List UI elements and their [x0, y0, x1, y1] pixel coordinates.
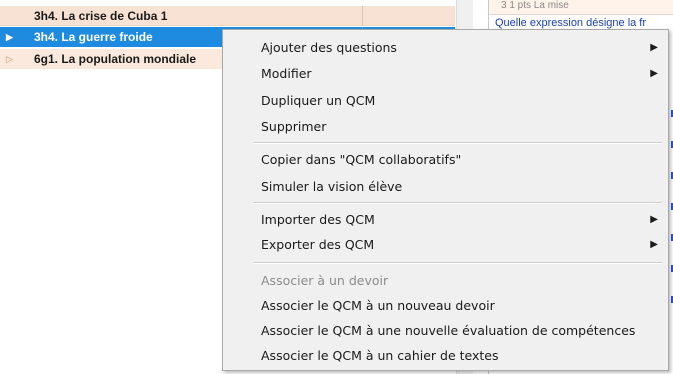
menu-item-copier-collaboratifs[interactable]: Copier dans "QCM collaboratifs" — [225, 148, 666, 172]
menu-item-importer[interactable]: Importer des QCM ▶ — [225, 208, 666, 232]
list-item[interactable]: 3h4. La crise de Cuba 1 — [0, 6, 455, 26]
expand-arrow-icon[interactable]: ▷ — [6, 49, 18, 69]
submenu-arrow-icon: ▶ — [650, 68, 658, 79]
menu-separator — [253, 202, 662, 204]
menu-item-dupliquer[interactable]: Dupliquer un QCM — [225, 89, 666, 113]
menu-item-label: Associer le QCM à une nouvelle évaluatio… — [261, 323, 636, 338]
menu-item-nouveau-devoir[interactable]: Associer le QCM à un nouveau devoir — [225, 294, 666, 318]
expand-arrow-icon[interactable] — [6, 6, 18, 26]
menu-separator — [253, 262, 662, 264]
submenu-arrow-icon: ▶ — [650, 239, 658, 250]
submenu-arrow-icon: ▶ — [650, 214, 658, 225]
menu-separator — [253, 142, 662, 144]
column-divider — [362, 6, 363, 26]
menu-item-label: Dupliquer un QCM — [261, 93, 376, 108]
menu-item-simuler-vision[interactable]: Simuler la vision élève — [225, 175, 666, 199]
menu-item-associer-devoir-disabled: Associer à un devoir — [225, 269, 666, 293]
menu-item-label: Importer des QCM — [261, 212, 375, 227]
menu-item-supprimer[interactable]: Supprimer — [225, 115, 666, 139]
menu-item-ajouter-questions[interactable]: Ajouter des questions ▶ — [225, 36, 666, 60]
menu-item-cahier-textes[interactable]: Associer le QCM à un cahier de textes — [225, 344, 666, 368]
menu-item-modifier[interactable]: Modifier ▶ — [225, 62, 666, 86]
menu-item-label: Exporter des QCM — [261, 237, 375, 252]
menu-item-label: Supprimer — [261, 119, 327, 134]
menu-item-label: Simuler la vision élève — [261, 179, 403, 194]
menu-item-label: Copier dans "QCM collaboratifs" — [261, 152, 462, 167]
list-item-label: 3h4. La guerre froide — [34, 30, 153, 44]
question-link[interactable]: Quelle expression désigne la fr — [495, 17, 646, 29]
detail-header-text: 3 1 pts La mise — [501, 0, 569, 11]
menu-item-label: Associer à un devoir — [261, 273, 389, 288]
menu-item-label: Ajouter des questions — [261, 40, 397, 55]
context-menu: Ajouter des questions ▶ Modifier ▶ Dupli… — [222, 29, 669, 371]
menu-item-exporter[interactable]: Exporter des QCM ▶ — [225, 233, 666, 257]
menu-item-label: Associer le QCM à un cahier de textes — [261, 348, 499, 363]
detail-header-row: 3 1 pts La mise — [489, 0, 673, 15]
submenu-arrow-icon: ▶ — [650, 42, 658, 53]
menu-item-label: Modifier — [261, 66, 312, 81]
menu-item-nouvelle-evaluation[interactable]: Associer le QCM à une nouvelle évaluatio… — [225, 319, 666, 343]
expand-arrow-icon[interactable]: ▶ — [6, 27, 18, 47]
list-item-label: 3h4. La crise de Cuba 1 — [34, 9, 168, 23]
list-item-label: 6g1. La population mondiale — [34, 52, 197, 66]
menu-item-label: Associer le QCM à un nouveau devoir — [261, 298, 495, 313]
